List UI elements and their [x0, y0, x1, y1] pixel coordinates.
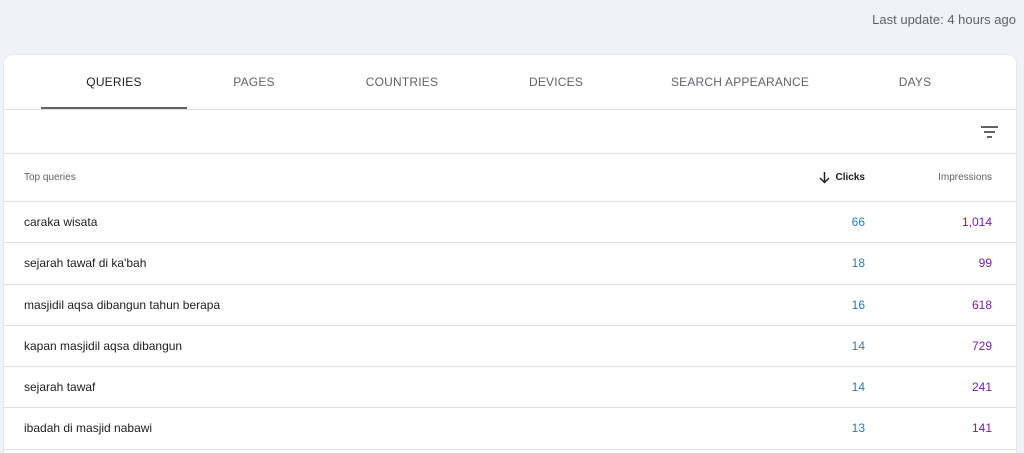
column-header-impressions[interactable]: Impressions: [938, 154, 992, 202]
tab-days[interactable]: DAYS: [884, 55, 946, 109]
impressions-cell: 241: [971, 380, 992, 395]
arrow-down-icon: [819, 172, 830, 184]
query-cell: kapan masjidil aqsa dibangun: [24, 338, 183, 353]
clicks-cell: 14: [851, 338, 865, 353]
clicks-cell: 66: [851, 215, 865, 229]
tab-devices[interactable]: DEVICES: [512, 55, 600, 109]
filter-list-icon: [981, 126, 998, 138]
query-cell: sejarah tawaf di ka'bah: [24, 256, 147, 271]
column-header-clicks[interactable]: Clicks: [819, 154, 865, 202]
impressions-cell: 618: [971, 297, 992, 312]
clicks-cell: 14: [851, 380, 865, 395]
query-cell: sejarah tawaf: [24, 380, 96, 395]
clicks-header-label: Clicks: [835, 172, 865, 183]
table-row[interactable]: kapan masjidil aqsa dibangun 14 729: [4, 326, 1016, 368]
tab-pages[interactable]: PAGES: [209, 55, 299, 109]
column-header-top-queries[interactable]: Top queries: [24, 154, 76, 202]
tab-queries[interactable]: QUERIES: [41, 55, 187, 109]
table-row[interactable]: sejarah tawaf di ka'bah 18 99: [4, 243, 1016, 285]
clicks-cell: 16: [851, 297, 865, 312]
active-tab-indicator: [41, 107, 187, 109]
clicks-cell: 18: [851, 256, 865, 271]
table-row[interactable]: caraka wisata 66 1,014: [4, 202, 1016, 244]
query-cell: ibadah di masjid nabawi: [24, 421, 153, 436]
dimension-tabs: QUERIES PAGES COUNTRIES DEVICES SEARCH A…: [4, 55, 1016, 110]
tab-search-appearance[interactable]: SEARCH APPEARANCE: [664, 55, 816, 109]
filter-toolbar: [4, 110, 1016, 154]
last-update-text: Last update: 4 hours ago: [872, 12, 1016, 27]
table-row[interactable]: ibadah di masjid nabawi 13 141: [4, 408, 1016, 450]
query-cell: caraka wisata: [24, 215, 98, 229]
impressions-cell: 729: [971, 338, 992, 353]
table-row[interactable]: masjidil aqsa dibangun tahun berapa 16 6…: [4, 285, 1016, 326]
impressions-cell: 141: [971, 421, 992, 436]
tab-countries[interactable]: COUNTRIES: [347, 55, 457, 109]
table-header-row: Top queries Clicks Impressions: [4, 154, 1016, 202]
impressions-cell: 99: [978, 256, 992, 271]
table-row[interactable]: sejarah tawaf 14 241: [4, 367, 1016, 409]
filter-button[interactable]: [978, 120, 1002, 144]
clicks-cell: 13: [851, 421, 865, 436]
impressions-cell: 1,014: [961, 215, 992, 229]
query-cell: masjidil aqsa dibangun tahun berapa: [24, 297, 221, 312]
performance-table-card: QUERIES PAGES COUNTRIES DEVICES SEARCH A…: [4, 55, 1016, 453]
